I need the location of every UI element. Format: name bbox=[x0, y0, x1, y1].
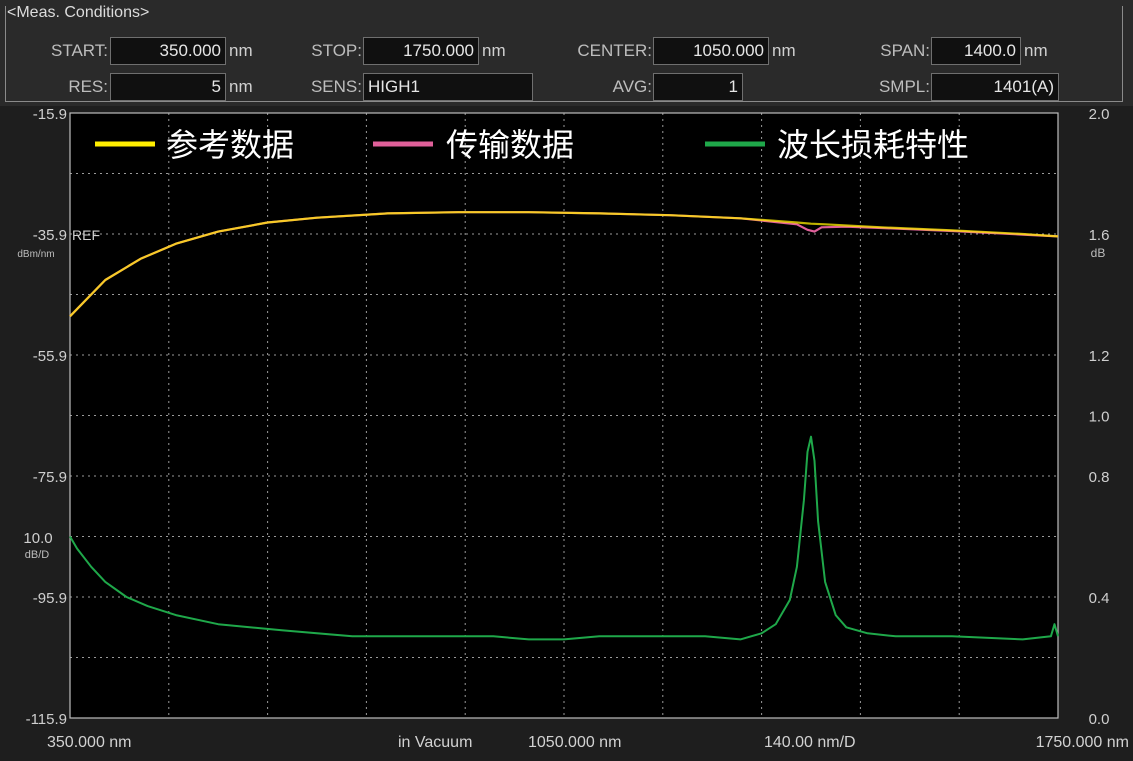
avg-label: AVG: bbox=[612, 77, 652, 96]
right-axis-ticks: 2.0 1.6 1.2 1.0 0.8 0.4 0.0 bbox=[1089, 106, 1110, 728]
legend-label-transmission: 传输数据 bbox=[446, 127, 574, 163]
left-tick-label: -115.9 bbox=[26, 711, 67, 728]
x-center-label: 1050.000 nm bbox=[528, 734, 621, 751]
chart-legend: 参考数据 传输数据 波长损耗特性 bbox=[95, 127, 969, 163]
center-unit: nm bbox=[772, 41, 796, 60]
x-axis-label: in Vacuum bbox=[398, 734, 472, 751]
right-tick-label: 0.4 bbox=[1089, 590, 1110, 607]
measurement-conditions-panel: <Meas. Conditions> START: 350.000 nm STO… bbox=[0, 0, 1133, 106]
left-axis-ticks: -15.9 -35.9 -55.9 -75.9 -95.9 -115.9 bbox=[26, 106, 67, 728]
right-tick-label: 0.8 bbox=[1089, 469, 1110, 486]
x-stop-label: 1750.000 nm bbox=[1036, 734, 1129, 751]
chart-svg: -15.9 -35.9 -55.9 -75.9 -95.9 -115.9 REF dBm/… bbox=[17, 106, 1129, 751]
x-div-label: 140.00 nm/D bbox=[764, 734, 856, 751]
span-label: SPAN: bbox=[880, 41, 930, 60]
span-unit: nm bbox=[1024, 41, 1048, 60]
legend-label-loss: 波长损耗特性 bbox=[777, 127, 969, 163]
left-tick-label: -55.9 bbox=[33, 348, 67, 365]
start-label: START: bbox=[51, 41, 108, 60]
res-field[interactable]: 5 bbox=[110, 73, 226, 101]
sens-label: SENS: bbox=[310, 77, 362, 96]
stop-label: STOP: bbox=[311, 41, 362, 60]
sens-field[interactable]: HIGH1 bbox=[363, 73, 533, 101]
stop-unit: nm bbox=[482, 41, 506, 60]
x-start-label: 350.000 nm bbox=[47, 734, 132, 751]
center-field[interactable]: 1050.000 bbox=[653, 37, 769, 65]
right-tick-label: 1.2 bbox=[1089, 348, 1110, 365]
span-field[interactable]: 1400.0 bbox=[931, 37, 1021, 65]
right-tick-label: 1.6 bbox=[1089, 227, 1110, 244]
right-tick-label: 1.0 bbox=[1089, 409, 1110, 426]
smpl-label: SMPL: bbox=[878, 77, 930, 96]
res-unit: nm bbox=[229, 77, 253, 96]
start-field[interactable]: 350.000 bbox=[110, 37, 226, 65]
left-tick-label: -75.9 bbox=[33, 469, 67, 486]
stop-field[interactable]: 1750.000 bbox=[363, 37, 479, 65]
left-axis-unit: dBm/nm bbox=[17, 249, 54, 260]
smpl-field[interactable]: 1401(A) bbox=[931, 73, 1059, 101]
conditions-title: <Meas. Conditions> bbox=[7, 4, 154, 22]
center-label: CENTER: bbox=[577, 41, 652, 60]
right-tick-label: 0.0 bbox=[1089, 711, 1110, 728]
left-tick-label: -15.9 bbox=[33, 106, 67, 123]
res-label: RES: bbox=[68, 77, 108, 96]
legend-label-reference: 参考数据 bbox=[166, 127, 294, 163]
left-tick-label: -35.9 bbox=[33, 227, 67, 244]
avg-field[interactable]: 1 bbox=[653, 73, 743, 101]
start-unit: nm bbox=[229, 41, 253, 60]
ref-label: REF bbox=[72, 227, 100, 243]
spectrum-chart: -15.9 -35.9 -55.9 -75.9 -95.9 -115.9 REF dBm/… bbox=[0, 106, 1133, 756]
right-tick-label: 2.0 bbox=[1089, 106, 1110, 123]
right-axis-unit: dB bbox=[1091, 246, 1106, 260]
left-scale-unit: dB/D bbox=[25, 549, 50, 561]
left-tick-label: -95.9 bbox=[33, 590, 67, 607]
left-scale-value: 10.0 bbox=[23, 530, 52, 547]
